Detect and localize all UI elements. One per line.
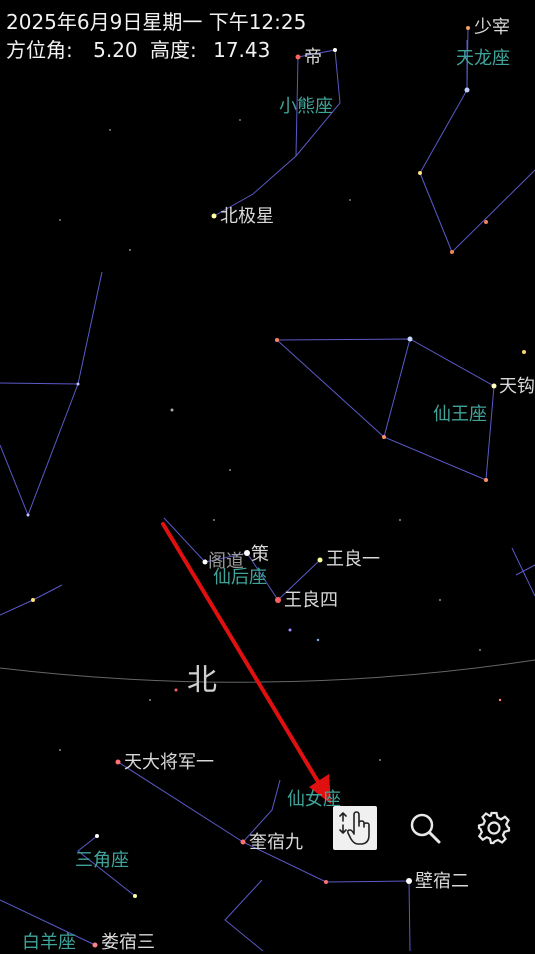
star-label-beiji[interactable]: 北极星	[220, 206, 274, 228]
constellation-label-ursa-minor[interactable]: 小熊座	[279, 96, 333, 118]
search-icon	[410, 813, 441, 844]
azimuth-value: 5.20	[93, 38, 138, 62]
search-button[interactable]	[403, 806, 447, 850]
constellation-label-triangulum[interactable]: 三角座	[75, 850, 129, 872]
star-label-ce[interactable]: 策	[251, 544, 269, 566]
horizon-line	[0, 659, 535, 683]
direction-label-north: 北	[187, 663, 217, 698]
settings-button[interactable]	[472, 806, 516, 850]
star-label-tiangou[interactable]: 天钩	[499, 376, 535, 398]
altitude-value: 17.43	[213, 38, 271, 62]
star-label-wangliangyi[interactable]: 王良一	[326, 549, 380, 571]
constellation-label-cepheus[interactable]: 仙王座	[433, 404, 487, 426]
hand-pointer-icon	[339, 811, 370, 845]
star-label-shaozai[interactable]: 少宰	[474, 17, 510, 39]
datetime-text: 2025年6月9日星期一 下午12:25	[6, 10, 307, 34]
constellation-label-draco[interactable]: 天龙座	[456, 48, 510, 70]
stars	[26, 26, 526, 948]
star-label-kuisujiu[interactable]: 奎宿九	[249, 832, 303, 854]
orientation-readout: 方位角: 5.20 高度: 17.43	[6, 38, 270, 62]
gesture-button[interactable]	[333, 806, 377, 850]
azimuth-label: 方位角:	[6, 38, 73, 62]
star-label-tiandajiangjun[interactable]: 天大将军一	[124, 752, 214, 774]
gear-icon	[477, 811, 511, 845]
sky-map[interactable]	[0, 0, 535, 951]
star-label-bisuer[interactable]: 壁宿二	[415, 871, 469, 893]
star-label-wangliangsi[interactable]: 王良四	[284, 590, 338, 612]
constellation-lines	[0, 27, 535, 951]
star-label-di[interactable]: 帝	[304, 47, 322, 69]
altitude-label: 高度:	[150, 38, 197, 62]
constellation-label-cassiopeia[interactable]: 仙后座	[213, 567, 267, 589]
